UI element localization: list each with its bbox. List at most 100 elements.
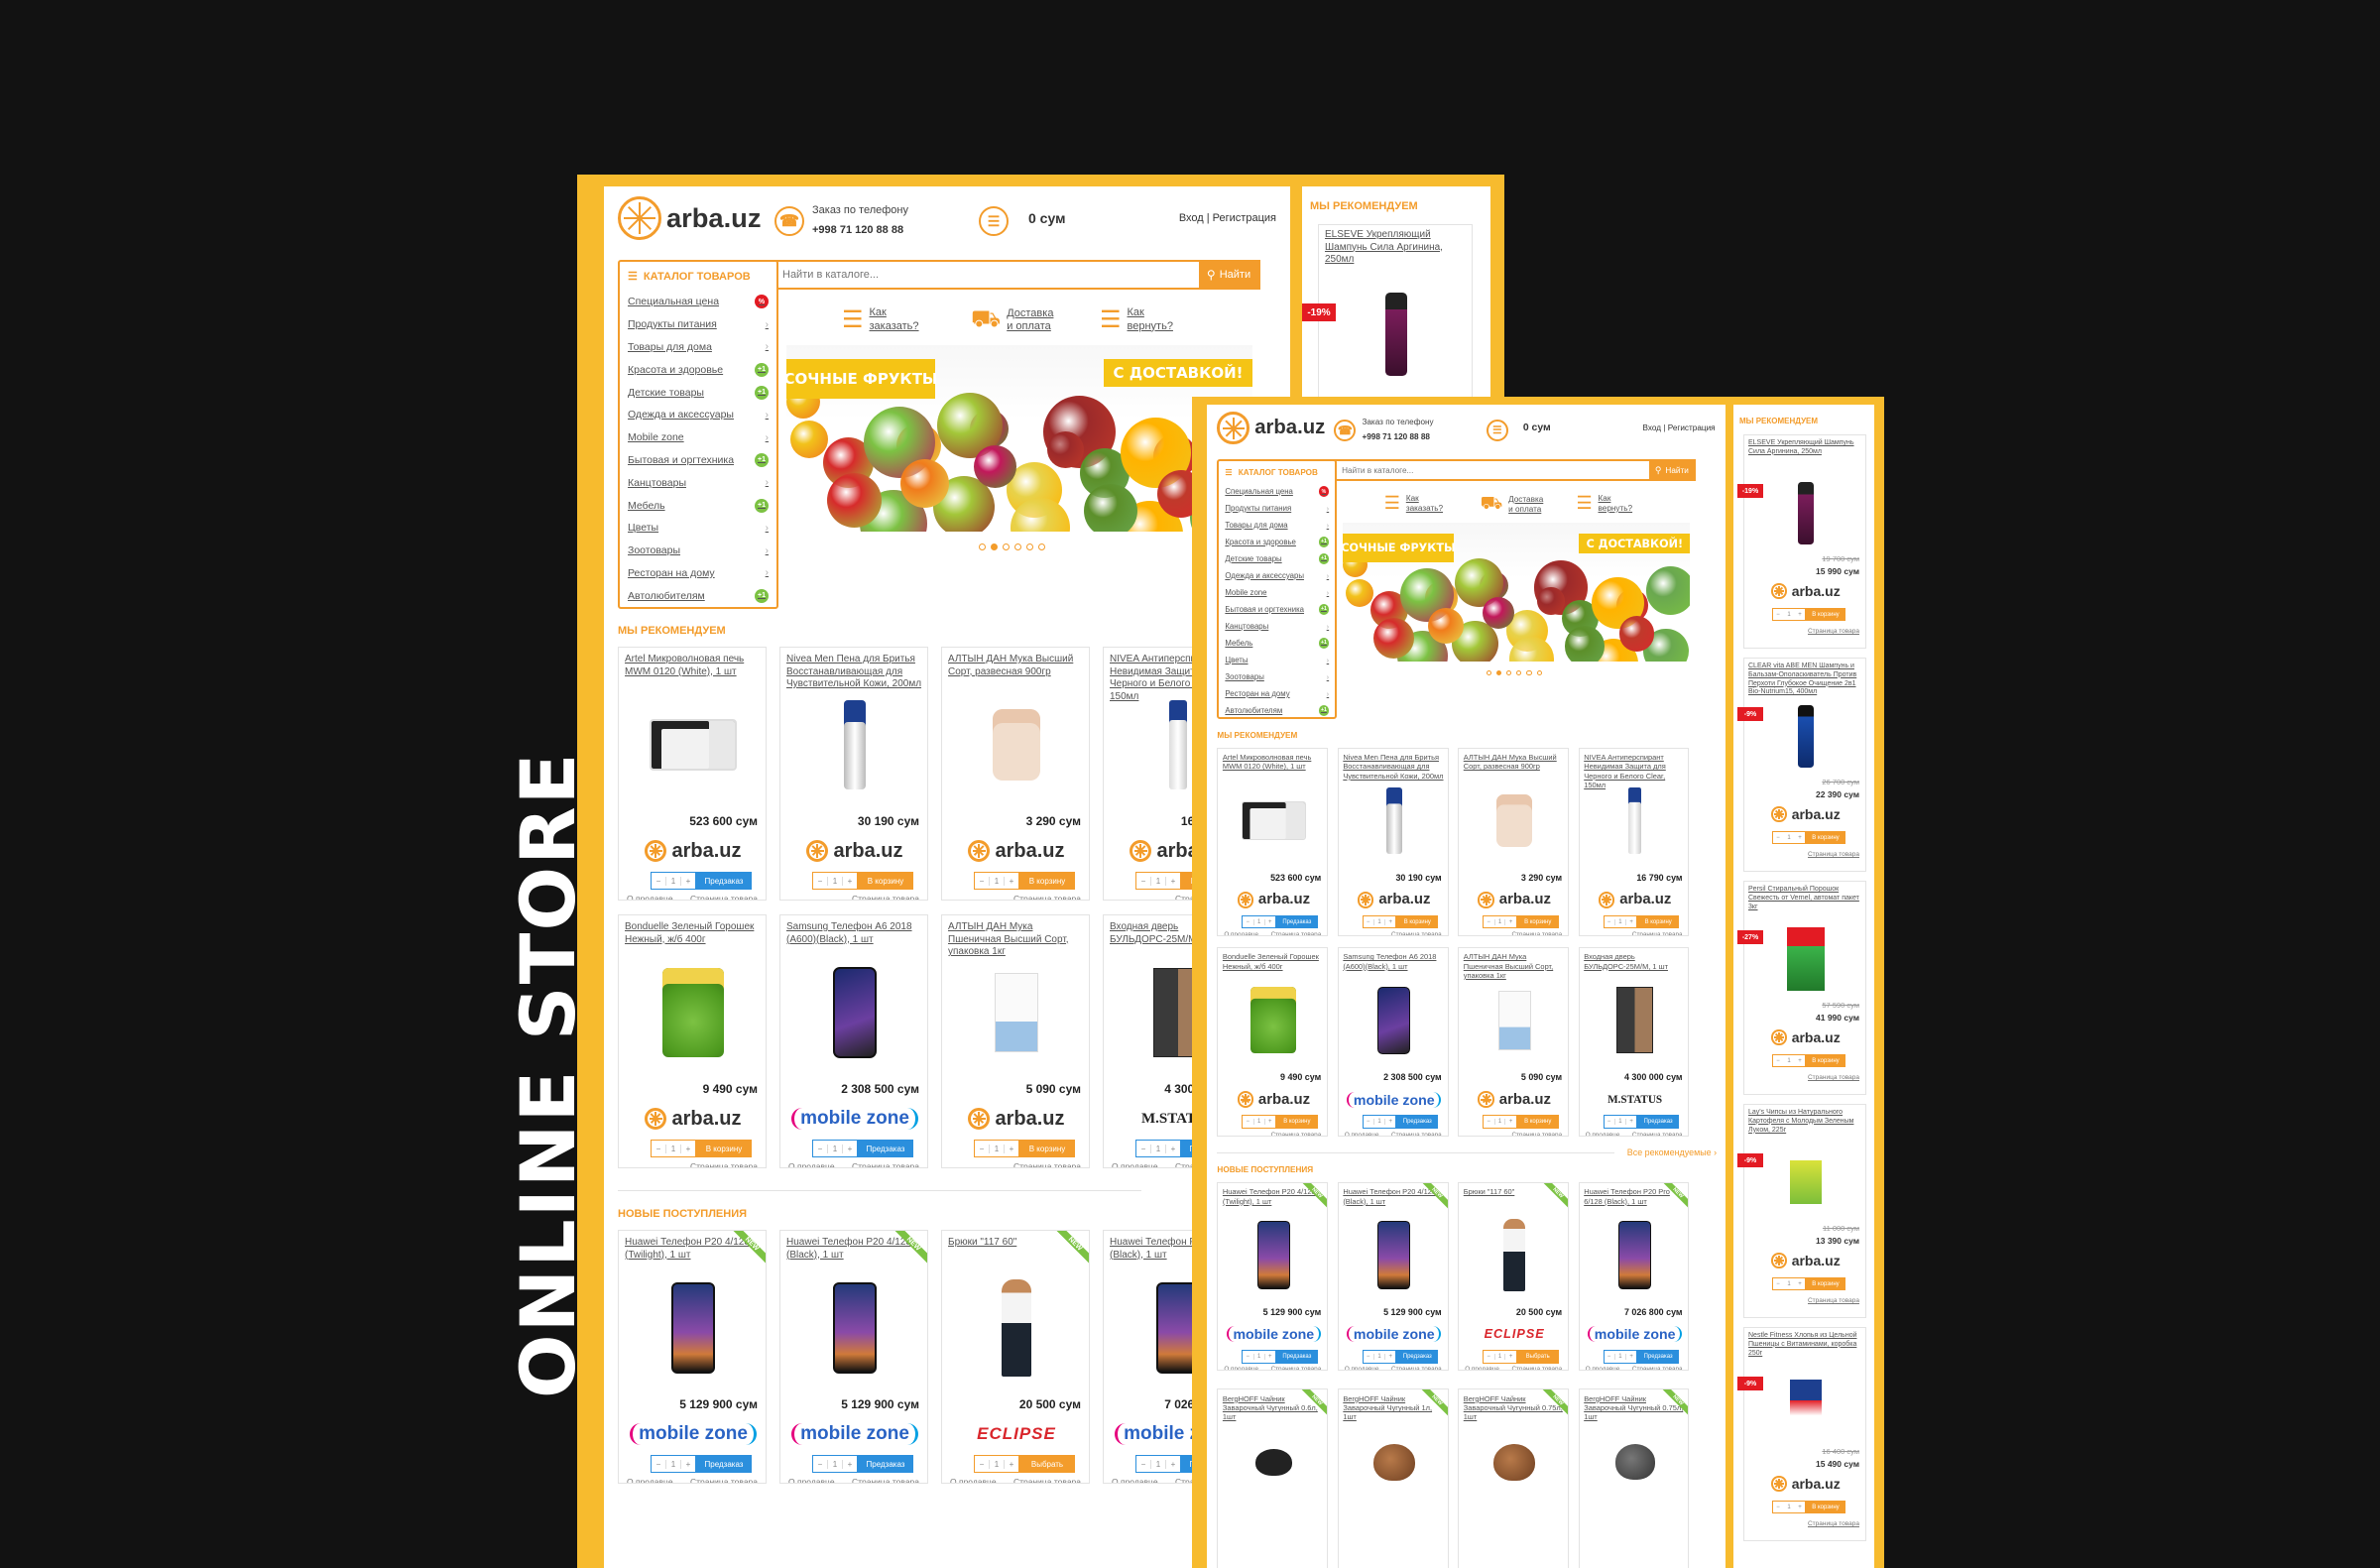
seller-logo[interactable]: arba.uz — [1218, 1088, 1327, 1110]
product-card[interactable]: Брюки "117 60" NEW 20 500 сум ECLIPSE −1 + Выб… — [1458, 1181, 1570, 1372]
catalog-item[interactable]: Красота и здоровье +1 — [628, 358, 769, 381]
add-to-cart-button[interactable]: Выбрать — [1019, 1455, 1075, 1473]
about-seller-link[interactable]: О продавце — [1465, 1366, 1499, 1370]
product-image[interactable] — [1580, 1218, 1689, 1292]
catalog-item[interactable]: Товары для дома › — [628, 336, 769, 359]
product-image[interactable] — [1339, 1218, 1448, 1292]
seller-logo[interactable]: arba.uz — [780, 836, 927, 866]
catalog-item[interactable]: Специальная цена% — [628, 291, 769, 313]
qty-value[interactable]: 1 — [827, 876, 843, 886]
product-page-link[interactable]: Страница товара — [690, 894, 758, 900]
plus-button[interactable]: + — [843, 1460, 857, 1469]
minus-button[interactable]: − — [1773, 1281, 1783, 1287]
product-card[interactable]: Huawei Телефон P20 4/128 (Twilight), 1 ш… — [1217, 1181, 1329, 1372]
banner-dot[interactable] — [991, 543, 998, 550]
banner-dot[interactable] — [1486, 670, 1491, 676]
seller-logo[interactable]: ECLIPSE — [942, 1419, 1089, 1449]
service-cart[interactable]: ☰ Как заказать? — [1384, 493, 1443, 514]
product-card[interactable]: NIVEA Антиперспирант Невидимая Защита дл… — [1578, 747, 1690, 937]
catalog-item[interactable]: Детские товары +1 — [628, 381, 769, 404]
plus-button[interactable]: + — [843, 877, 857, 886]
product-page-link[interactable]: Страница товара — [690, 1161, 758, 1167]
about-seller-link[interactable]: О продавце — [1224, 931, 1258, 935]
preorder-button[interactable]: Предзаказ — [1637, 1115, 1680, 1129]
minus-button[interactable]: − — [1773, 1058, 1783, 1064]
sidebar-product-card[interactable]: Persil Стиральный Порошок Свежесть от Ve… — [1743, 881, 1866, 1095]
catalog-item[interactable]: Автолюбителям +1 — [628, 584, 769, 607]
product-title[interactable]: АЛТЫН ДАН Мука Высший Сорт, развесная 90… — [948, 654, 1085, 678]
banner-dot[interactable] — [1506, 670, 1512, 676]
phone-number[interactable]: +998 71 120 88 88 — [812, 224, 903, 236]
product-card[interactable]: Входная дверь БУЛЬДОРС-25М/М, 1 шт 4 300 … — [1578, 946, 1690, 1137]
service-truck[interactable]: ⛟ Доставка и оплата — [971, 305, 1053, 335]
seller-logo[interactable]: arba.uz — [1580, 889, 1689, 910]
banner-dot[interactable] — [1526, 670, 1532, 676]
seller-logo[interactable]: mobile zone — [780, 1419, 927, 1449]
catalog-title[interactable]: ☰ КАТАЛОГ ТОВАРОВ — [1225, 467, 1329, 478]
product-card[interactable]: Artel Микроволновая печь MWM 0120 (White… — [618, 647, 767, 901]
catalog-item[interactable]: Зоотовары › — [1225, 668, 1329, 685]
banner-dot[interactable] — [979, 543, 986, 550]
product-image[interactable] — [1459, 1218, 1568, 1292]
qty-value[interactable]: 1 — [1373, 1353, 1386, 1360]
product-page-link[interactable]: Страница товара — [1511, 1132, 1562, 1136]
preorder-button[interactable]: Предзаказ — [858, 1455, 913, 1473]
add-to-cart-button[interactable]: В корзину — [1019, 1140, 1075, 1157]
add-to-cart-button[interactable]: В корзину — [1276, 1115, 1318, 1129]
catalog-item[interactable]: Зоотовары › — [628, 540, 769, 562]
qty-value[interactable]: 1 — [1493, 918, 1506, 925]
minus-button[interactable]: − — [1484, 1119, 1493, 1125]
service-return-cart[interactable]: ☰ Как вернуть? — [1577, 493, 1633, 514]
product-card[interactable]: Samsung Телефон A6 2018 (A600)(Black), 1… — [1337, 946, 1449, 1137]
product-page-link[interactable]: Страница товара — [1391, 931, 1442, 935]
catalog-item[interactable]: Автолюбителям +1 — [1225, 702, 1330, 719]
qty-value[interactable]: 1 — [1783, 1281, 1795, 1287]
product-card[interactable]: АЛТЫН ДАН Мука Пшеничная Высший Сорт, уп… — [941, 914, 1090, 1168]
cart-icon[interactable]: ☰ — [979, 206, 1009, 236]
minus-button[interactable]: − — [975, 1460, 989, 1469]
auth-links[interactable]: Вход | Регистрация — [1643, 423, 1716, 432]
product-card[interactable]: Huawei Телефон P20 4/128 (Black), 1 штNE… — [1337, 1181, 1449, 1372]
product-title[interactable]: Samsung Телефон A6 2018 (A600)(Black), 1… — [786, 921, 923, 946]
add-to-cart-button[interactable]: В корзину — [1806, 1054, 1845, 1067]
plus-button[interactable]: + — [1626, 919, 1636, 925]
product-title[interactable]: Artel Микроволновая печь MWM 0120 (White… — [1223, 753, 1325, 772]
seller-logo[interactable]: mobile zone — [1339, 1088, 1448, 1110]
product-image[interactable] — [780, 695, 927, 794]
about-seller-link[interactable]: О продавце — [627, 894, 673, 900]
plus-button[interactable]: + — [1795, 1281, 1805, 1287]
plus-button[interactable]: + — [1626, 1354, 1636, 1360]
plus-button[interactable]: + — [681, 1460, 695, 1469]
product-image[interactable] — [1580, 784, 1689, 858]
add-to-cart-button[interactable]: В корзину — [1806, 831, 1845, 844]
minus-button[interactable]: − — [652, 1145, 665, 1153]
seller-logo[interactable]: mobile zone — [1580, 1323, 1689, 1345]
product-card[interactable]: Artel Микроволновая печь MWM 0120 (White… — [1217, 747, 1329, 937]
product-card[interactable]: Huawei Телефон P20 Pro 6/128 (Black), 1 … — [1578, 1181, 1690, 1372]
minus-button[interactable]: − — [1364, 1354, 1373, 1360]
arba-logo[interactable]: arba.uz — [1217, 412, 1325, 445]
product-page-link[interactable]: Страница товара — [1013, 894, 1081, 900]
seller-logo[interactable]: arba.uz — [942, 1104, 1089, 1134]
qty-value[interactable]: 1 — [1373, 918, 1386, 925]
plus-button[interactable]: + — [681, 877, 695, 886]
sidebar-product-image[interactable] — [1319, 285, 1472, 384]
about-seller-link[interactable]: О продавце — [1112, 1161, 1158, 1167]
product-card[interactable]: Брюки "117 60" NEW 20 500 сум ECLIPSE −1 + Выб… — [941, 1230, 1090, 1484]
seller-logo[interactable]: arba.uz — [1744, 580, 1865, 602]
catalog-item[interactable]: Мебель +1 — [1225, 635, 1330, 652]
add-to-cart-button[interactable]: Выбрать — [1516, 1350, 1559, 1364]
minus-button[interactable]: − — [1605, 1354, 1614, 1360]
product-title[interactable]: Bonduelle Зеленый Горошек Нежный, ж/б 40… — [625, 921, 762, 946]
about-seller-link[interactable]: О продавце — [950, 1477, 997, 1483]
qty-value[interactable]: 1 — [1493, 1118, 1506, 1125]
qty-value[interactable]: 1 — [665, 876, 681, 886]
catalog-item[interactable]: Продукты питания › — [628, 313, 769, 336]
minus-button[interactable]: − — [1484, 919, 1493, 925]
sidebar-product-card[interactable]: ELSEVE Укрепляющий Шампунь Сила Аргинина… — [1318, 224, 1473, 405]
catalog-item[interactable]: Цветы › — [628, 517, 769, 540]
seller-logo[interactable]: arba.uz — [1218, 889, 1327, 910]
plus-button[interactable]: + — [1505, 1119, 1515, 1125]
qty-value[interactable]: 1 — [1150, 876, 1166, 886]
product-title[interactable]: Huawei Телефон P20 4/128 (Black), 1 шт — [786, 1237, 923, 1262]
